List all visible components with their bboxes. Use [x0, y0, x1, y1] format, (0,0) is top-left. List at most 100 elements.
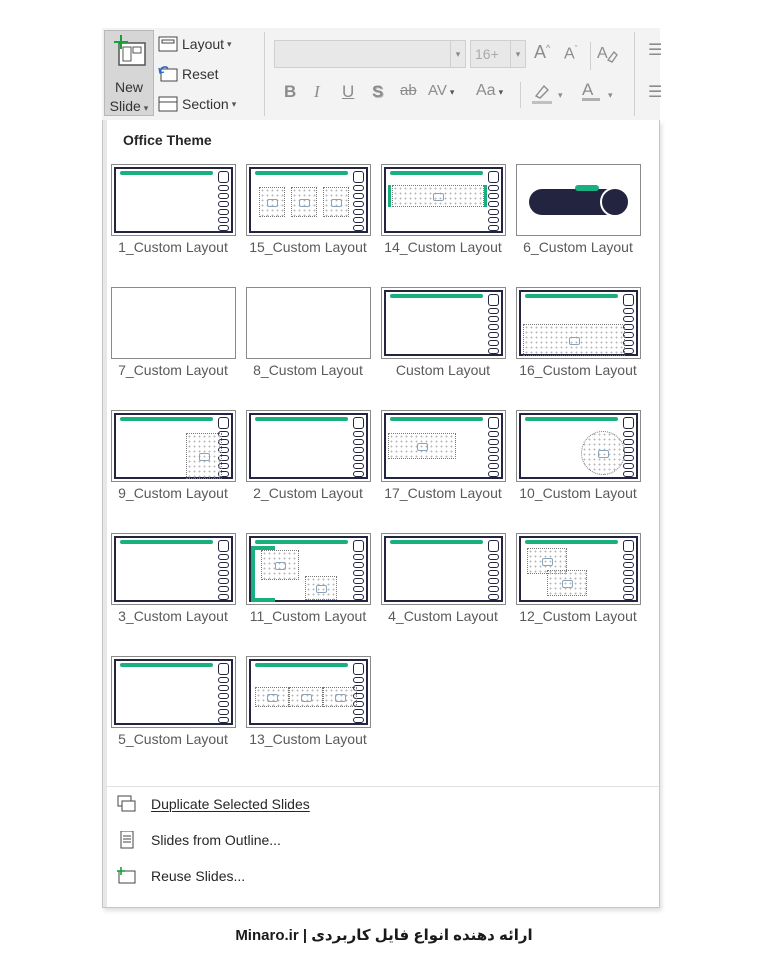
- reuse-slides-icon: [117, 867, 136, 884]
- layout-label: Custom Layout: [395, 362, 491, 378]
- slide-preview: [519, 167, 638, 233]
- shrink-font-button[interactable]: Aˇ: [564, 44, 578, 63]
- slide-preview: [519, 536, 638, 602]
- grow-font-button[interactable]: A^: [534, 42, 550, 63]
- layout-label: 5_Custom Layout: [118, 731, 228, 747]
- layout-label: 17_Custom Layout: [384, 485, 502, 501]
- outline-document-icon: [120, 831, 134, 849]
- slides-from-outline-item[interactable]: Slides from Outline...: [117, 827, 281, 853]
- duplicate-slides-icon: [117, 795, 136, 812]
- section-label: Section: [182, 96, 229, 112]
- reset-label: Reset: [182, 66, 219, 82]
- layout-button[interactable]: Layout ▾: [158, 32, 232, 56]
- layout-label: 3_Custom Layout: [118, 608, 228, 624]
- layout-thumbnail[interactable]: [381, 164, 506, 236]
- layout-thumbnail[interactable]: [246, 656, 371, 728]
- layout-thumbnail[interactable]: [246, 533, 371, 605]
- new-slide-label-2: Slide ▾: [109, 98, 149, 114]
- layout-thumbnail[interactable]: [516, 533, 641, 605]
- layout-thumbnail[interactable]: [111, 656, 236, 728]
- section-button[interactable]: Section ▾: [158, 92, 236, 116]
- layout-icon: [158, 36, 178, 52]
- reuse-slides-item[interactable]: Reuse Slides...: [117, 863, 245, 889]
- slide-preview: [384, 413, 503, 479]
- layout-label: 8_Custom Layout: [253, 362, 363, 378]
- layout-thumbnail[interactable]: [381, 287, 506, 359]
- layout-label: Layout: [182, 36, 225, 52]
- slide-preview: [519, 290, 638, 356]
- layout-label: 7_Custom Layout: [118, 362, 228, 378]
- chevron-down-icon[interactable]: ▾: [558, 90, 563, 101]
- layout-thumbnail[interactable]: [246, 410, 371, 482]
- font-size-value: 16+: [475, 46, 499, 62]
- layout-label: 10_Custom Layout: [519, 485, 637, 501]
- bullets-icon[interactable]: ☰: [648, 40, 662, 60]
- chevron-down-icon: ▾: [449, 87, 455, 97]
- ribbon-separator: [264, 32, 265, 116]
- slide-preview: [114, 167, 233, 233]
- highlight-icon[interactable]: [530, 82, 554, 106]
- slide-preview: [519, 413, 638, 479]
- new-slide-icon: [114, 35, 146, 66]
- layout-label: 1_Custom Layout: [118, 239, 228, 255]
- layout-thumbnail[interactable]: [516, 410, 641, 482]
- layout-label: 12_Custom Layout: [519, 608, 637, 624]
- layout-thumbnail[interactable]: [111, 287, 236, 359]
- layout-thumbnail[interactable]: [381, 533, 506, 605]
- italic-button[interactable]: I: [314, 82, 320, 102]
- layout-thumbnail[interactable]: [246, 287, 371, 359]
- slide-preview: [249, 536, 368, 602]
- duplicate-slides-label: Duplicate Selected Slides: [151, 796, 310, 812]
- slide-preview: [384, 290, 503, 356]
- svg-text:A: A: [597, 45, 608, 62]
- reset-button[interactable]: Reset: [158, 62, 219, 86]
- section-icon: [158, 96, 178, 112]
- slide-preview: [249, 167, 368, 233]
- new-slide-button[interactable]: New Slide ▾: [104, 30, 154, 116]
- footer-watermark: Minaro.ir | ارائه دهنده انواع فایل کاربر…: [235, 927, 533, 944]
- shadow-button[interactable]: S: [372, 82, 383, 102]
- duplicate-slides-item[interactable]: Duplicate Selected Slides: [117, 791, 310, 817]
- bold-button[interactable]: B: [284, 82, 296, 102]
- font-color-button[interactable]: A: [582, 80, 600, 101]
- new-slide-gallery: Office Theme 1_Custom Layout 15_Custom La…: [102, 120, 660, 908]
- change-case-button[interactable]: Aa ▾: [476, 82, 503, 100]
- layout-label: 13_Custom Layout: [249, 731, 367, 747]
- underline-button[interactable]: U: [342, 82, 354, 102]
- slides-from-outline-label: Slides from Outline...: [151, 832, 281, 848]
- font-size-combobox[interactable]: 16+ ▾: [470, 40, 526, 68]
- layout-thumbnail[interactable]: [516, 164, 641, 236]
- layout-thumbnail[interactable]: [111, 164, 236, 236]
- font-name-combobox[interactable]: ▾: [274, 40, 466, 68]
- layout-thumbnail[interactable]: [111, 410, 236, 482]
- layout-label: 4_Custom Layout: [388, 608, 498, 624]
- chevron-down-icon[interactable]: ▾: [608, 90, 613, 101]
- layout-thumbnail[interactable]: [381, 410, 506, 482]
- chevron-down-icon[interactable]: ▾: [510, 41, 525, 67]
- layout-thumbnail[interactable]: [111, 533, 236, 605]
- reuse-slides-label: Reuse Slides...: [151, 868, 246, 884]
- layout-label: 11_Custom Layout: [249, 608, 367, 624]
- ribbon-separator: [634, 32, 635, 116]
- layout-label: 16_Custom Layout: [519, 362, 637, 378]
- chevron-down-icon: ▾: [498, 87, 504, 97]
- layout-thumbnail[interactable]: [516, 287, 641, 359]
- slide-preview: [249, 290, 368, 356]
- slide-preview: [114, 413, 233, 479]
- align-icon[interactable]: ☰: [648, 82, 662, 102]
- layout-label: 9_Custom Layout: [118, 485, 228, 501]
- character-spacing-button[interactable]: AV ▾: [428, 82, 454, 99]
- pill-shape: [529, 185, 630, 217]
- ribbon-separator: [520, 82, 521, 108]
- ribbon-separator: [590, 42, 591, 70]
- clear-formatting-icon[interactable]: A: [596, 42, 618, 64]
- theme-title: Office Theme: [123, 132, 212, 148]
- layout-label: 2_Custom Layout: [253, 485, 363, 501]
- slide-preview: [114, 659, 233, 725]
- slide-preview: [249, 659, 368, 725]
- new-slide-label: New: [114, 79, 143, 95]
- strikethrough-button[interactable]: ab: [400, 82, 417, 99]
- layout-thumbnail[interactable]: [246, 164, 371, 236]
- chevron-down-icon[interactable]: ▾: [450, 41, 465, 67]
- menu-separator: [107, 786, 659, 787]
